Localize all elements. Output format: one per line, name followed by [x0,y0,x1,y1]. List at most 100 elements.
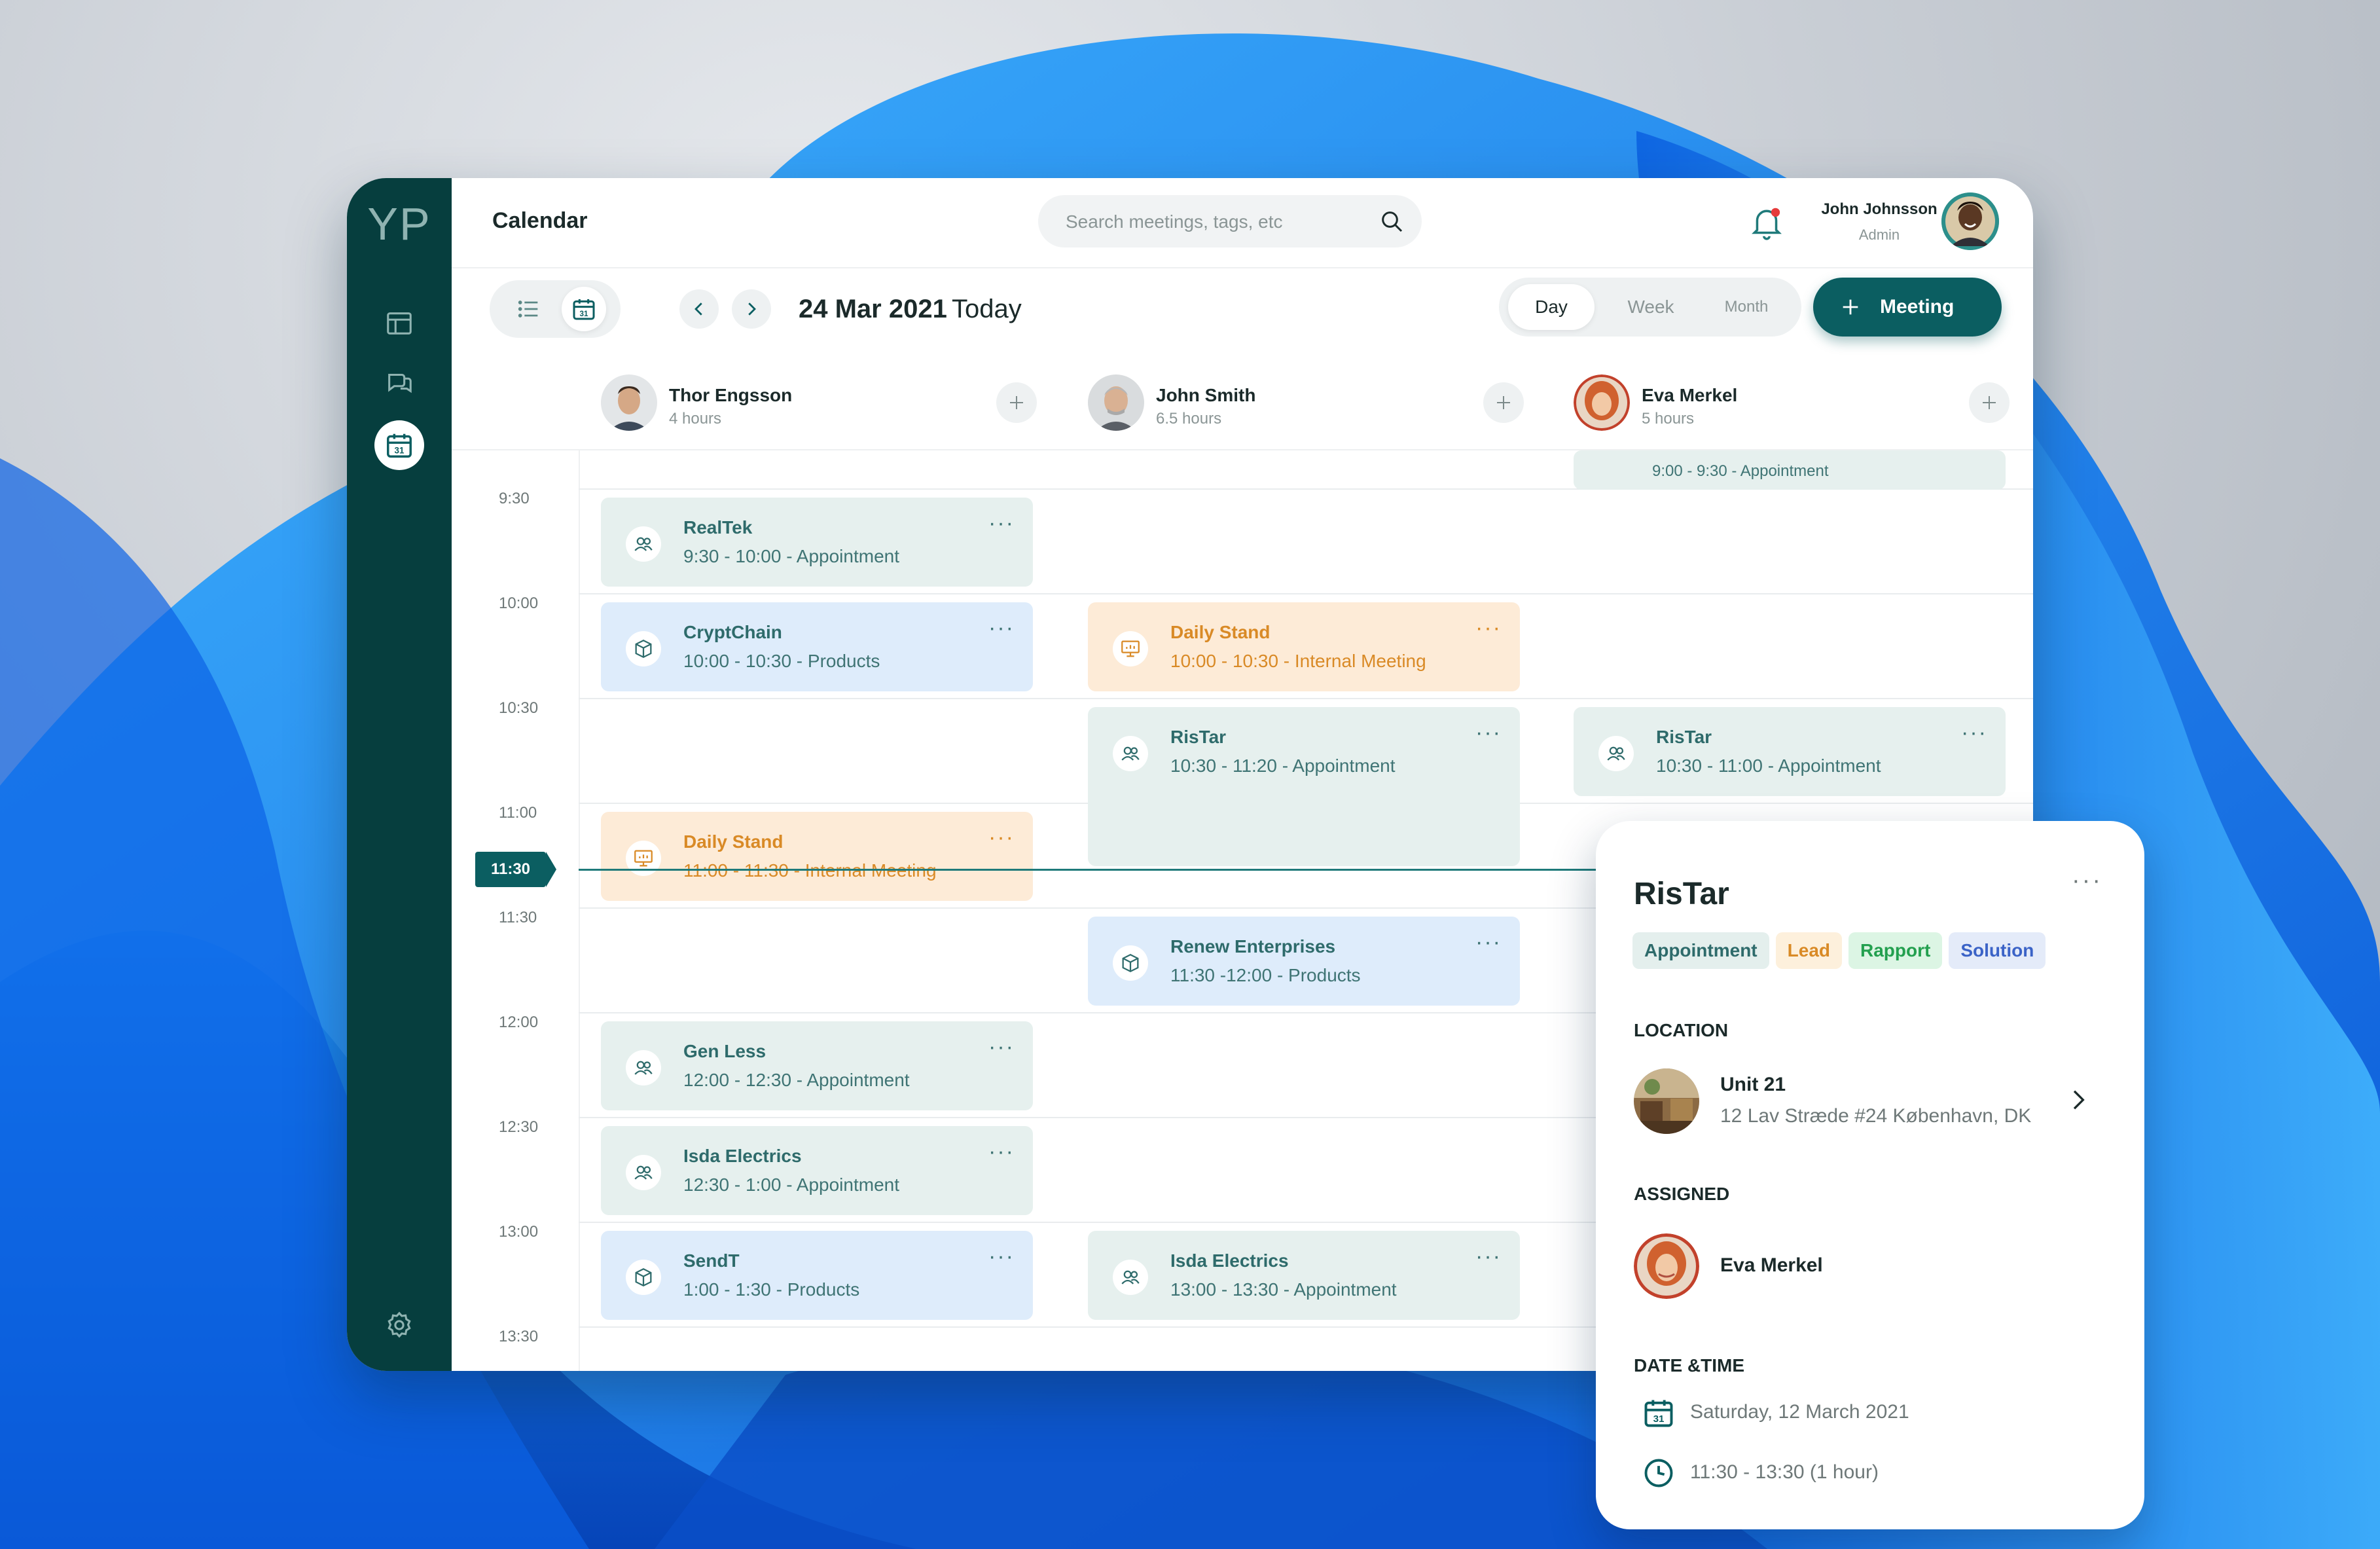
location-name: Unit 21 [1720,1074,1786,1095]
event-more-button[interactable]: ··· [988,1244,1015,1269]
hour-gridline [579,593,2033,594]
event-title: SendT [683,1250,740,1271]
event-subtitle: 11:30 -12:00 - Products [1170,965,1361,985]
add-meeting-button[interactable]: Meeting [1813,278,2002,337]
layout-icon[interactable] [378,302,420,344]
event-more-button[interactable]: ··· [1475,930,1502,955]
notification-bell-icon[interactable] [1750,206,1783,241]
presentation-icon [1113,631,1148,666]
location-photo [1634,1068,1699,1134]
people-icon [626,1050,661,1085]
person-name: John Smith [1156,385,1256,405]
detail-tag[interactable]: Appointment [1632,932,1769,969]
range-week-tab[interactable]: Week [1608,284,1694,330]
event-card[interactable]: Isda Electrics 13:00 - 13:30 - Appointmen… [1088,1231,1520,1320]
current-time-badge: 11:30 [475,852,546,887]
chevron-right-icon [748,302,756,316]
time-label: 11:30 [499,909,537,926]
event-card[interactable]: RisTar 10:30 - 11:20 - Appointment ··· [1088,707,1520,866]
next-date-button[interactable] [732,289,771,329]
list-view-button[interactable] [507,287,551,331]
event-card[interactable]: RisTar 10:30 - 11:00 - Appointment ··· [1574,707,2006,796]
detail-tags: Appointment Lead Rapport Solution [1632,932,2052,969]
person-name: Thor Engsson [669,385,793,405]
person-avatar[interactable] [1088,374,1144,431]
event-more-button[interactable]: ··· [1475,615,1502,641]
range-day-tab[interactable]: Day [1508,284,1595,330]
person-avatar[interactable] [1574,374,1630,431]
time-label: 13:00 [499,1223,539,1241]
event-more-button[interactable]: ··· [1475,720,1502,746]
time-label: 11:00 [499,804,537,822]
prev-date-button[interactable] [679,289,719,329]
chevron-right-icon[interactable] [2064,1087,2091,1113]
box-icon [1113,945,1148,981]
event-subtitle: 12:00 - 12:30 - Appointment [683,1070,910,1090]
person-hours: 5 hours [1642,410,1695,428]
page-title: Calendar [492,208,588,233]
event-more-button[interactable]: ··· [988,1139,1015,1165]
user-name: John Johnsson [1821,200,1938,218]
event-title: CryptChain [683,622,782,642]
detail-tag[interactable]: Rapport [1848,932,1943,969]
event-subtitle: 10:00 - 10:30 - Products [683,651,880,671]
detail-time: 11:30 - 13:30 (1 hour) [1690,1461,1879,1483]
range-month-tab[interactable]: Month [1701,284,1792,330]
assigned-name: Eva Merkel [1720,1254,1823,1276]
add-event-button[interactable] [1483,382,1524,423]
app-logo: YP [367,198,431,249]
event-title: Isda Electrics [1170,1250,1289,1271]
add-meeting-label: Meeting [1880,296,1955,318]
event-card[interactable]: Gen Less 12:00 - 12:30 - Appointment ··· [601,1021,1033,1110]
event-more-button[interactable]: ··· [988,615,1015,641]
person-column-header: Thor Engsson 4 hours [601,374,1059,446]
add-event-button[interactable] [1969,382,2010,423]
settings-icon[interactable] [378,1304,420,1346]
detail-more-button[interactable]: ··· [2072,867,2102,895]
event-subtitle: 12:30 - 1:00 - Appointment [683,1175,899,1195]
time-column: 9:30 10:00 10:30 11:00 11:30 12:00 12:30 13:00 1… [452,450,580,1371]
top-header: Calendar John Johnsson Admin [452,178,2033,268]
event-more-button[interactable]: ··· [1475,1244,1502,1269]
user-avatar[interactable] [1941,192,1999,250]
event-card[interactable]: SendT 1:00 - 1:30 - Products ··· [601,1231,1033,1320]
search-input[interactable] [1064,207,1368,237]
event-card[interactable]: Daily Stand 11:00 - 11:30 - Internal Meet… [601,812,1033,901]
calendar-icon[interactable]: 31 [374,420,424,470]
search-icon[interactable] [1379,208,1405,234]
chevron-left-icon [694,302,702,316]
detail-tag[interactable]: Lead [1775,932,1842,969]
svg-text:31: 31 [1653,1413,1665,1425]
today-label[interactable]: Today [952,295,1022,324]
event-subtitle: 11:00 - 11:30 - Internal Meeting [683,860,937,881]
event-more-button[interactable]: ··· [988,1034,1015,1060]
event-card[interactable]: Renew Enterprises 11:30 -12:00 - Products… [1088,917,1520,1006]
event-subtitle: 9:00 - 9:30 - Appointment [1652,462,1829,480]
add-event-button[interactable] [996,382,1037,423]
datetime-heading: DATE &TIME [1634,1355,1745,1376]
event-more-button[interactable]: ··· [988,825,1015,850]
time-label: 12:00 [499,1013,539,1031]
people-icon [626,1155,661,1190]
event-card[interactable]: Isda Electrics 12:30 - 1:00 - Appointment… [601,1126,1033,1215]
assigned-avatar [1634,1233,1699,1299]
event-title: RisTar [1656,727,1712,747]
person-avatar[interactable] [601,374,657,431]
event-more-button[interactable]: ··· [988,511,1015,536]
svg-text:31: 31 [580,310,588,318]
detail-tag[interactable]: Solution [1949,932,2046,969]
event-title: Gen Less [683,1041,766,1061]
event-card[interactable]: Daily Stand 10:00 - 10:30 - Internal Meet… [1088,602,1520,691]
chat-icon[interactable] [378,361,420,403]
event-card[interactable]: RealTek 9:30 - 10:00 - Appointment ··· [601,498,1033,587]
event-card[interactable]: CryptChain 10:00 - 10:30 - Products ··· [601,602,1033,691]
event-card[interactable]: 9:00 - 9:30 - Appointment [1574,450,2006,490]
event-more-button[interactable]: ··· [1961,720,1987,746]
time-label: 12:30 [499,1118,539,1136]
people-icon [1598,736,1634,771]
sidebar: YP 31 [347,178,452,1371]
event-title: Daily Stand [683,831,784,852]
calendar-view-button[interactable]: 31 [562,287,606,331]
people-icon [1113,1260,1148,1295]
hour-gridline [579,698,2033,699]
